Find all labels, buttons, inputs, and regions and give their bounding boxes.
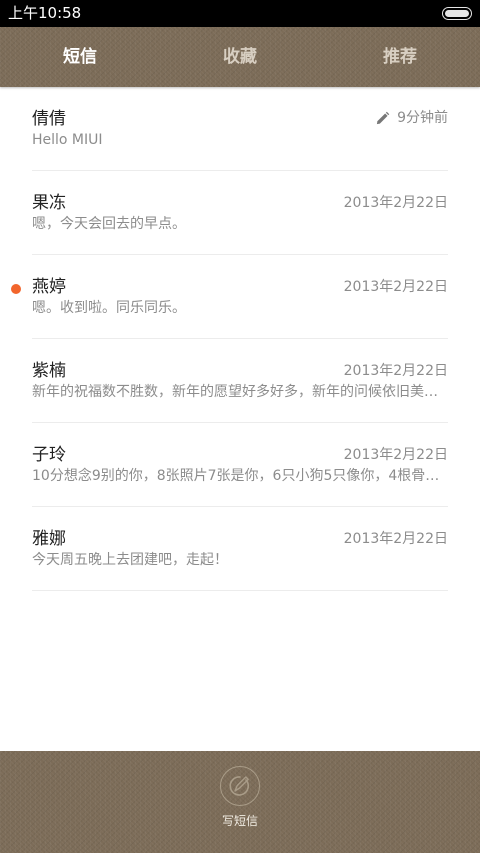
conversation-item[interactable]: 燕婷 嗯。收到啦。同乐同乐。 2013年2月22日 — [11, 255, 448, 339]
message-time: 2013年2月22日 — [343, 447, 448, 463]
status-bar: 上午10:58 — [0, 0, 480, 27]
status-time: 上午10:58 — [8, 4, 82, 22]
message-time: 2013年2月22日 — [343, 363, 448, 379]
compose-icon — [220, 766, 260, 806]
unread-dot-icon — [11, 284, 21, 294]
conversation-item[interactable]: 雅娜 今天周五晚上去团建吧，走起！ 2013年2月22日 — [32, 507, 448, 591]
bottom-bar: 写短信 — [0, 751, 480, 853]
conversation-item[interactable]: 紫楠 新年的祝福数不胜数，新年的愿望好多好多，新年的问候依旧美好... 2013… — [32, 339, 448, 423]
conversation-item[interactable]: 倩倩 Hello MIUI 9分钟前 — [32, 87, 448, 171]
contact-name: 倩倩 — [32, 109, 66, 129]
draft-pencil-icon — [376, 111, 390, 124]
tab-favorites[interactable]: 收藏 — [160, 27, 320, 87]
contact-name: 燕婷 — [32, 277, 66, 297]
message-preview: 嗯。收到啦。同乐同乐。 — [32, 300, 186, 316]
message-preview: 嗯，今天会回去的早点。 — [32, 216, 186, 232]
tab-bar: 短信 收藏 推荐 — [0, 27, 480, 87]
message-time: 2013年2月22日 — [343, 195, 448, 211]
conversation-item[interactable]: 果冻 嗯，今天会回去的早点。 2013年2月22日 — [32, 171, 448, 255]
timestamp-group: 9分钟前 — [375, 109, 448, 127]
message-preview: 今天周五晚上去团建吧，走起！ — [32, 552, 228, 568]
message-preview: Hello MIUI — [32, 132, 103, 148]
conversation-item[interactable]: 子玲 10分想念9别的你，8张照片7张是你，6只小狗5只像你，4根骨头... 2… — [32, 423, 448, 507]
message-preview: 10分想念9别的你，8张照片7张是你，6只小狗5只像你，4根骨头... — [32, 468, 448, 484]
message-time: 2013年2月22日 — [343, 279, 448, 295]
message-time: 2013年2月22日 — [343, 531, 448, 547]
contact-name: 紫楠 — [32, 361, 66, 381]
contact-name: 雅娜 — [32, 529, 66, 549]
message-preview: 新年的祝福数不胜数，新年的愿望好多好多，新年的问候依旧美好... — [32, 384, 448, 400]
contact-name: 子玲 — [32, 445, 66, 465]
tab-messages[interactable]: 短信 — [0, 27, 160, 87]
battery-icon — [442, 7, 472, 20]
compose-label: 写短信 — [221, 814, 258, 828]
compose-button[interactable]: 写短信 — [216, 766, 264, 828]
conversation-list: 倩倩 Hello MIUI 9分钟前 果冻 嗯，今天会回去的早点。 2013年2… — [0, 87, 480, 591]
message-time: 9分钟前 — [397, 110, 448, 126]
contact-name: 果冻 — [32, 193, 66, 213]
tab-recommended[interactable]: 推荐 — [320, 27, 480, 87]
